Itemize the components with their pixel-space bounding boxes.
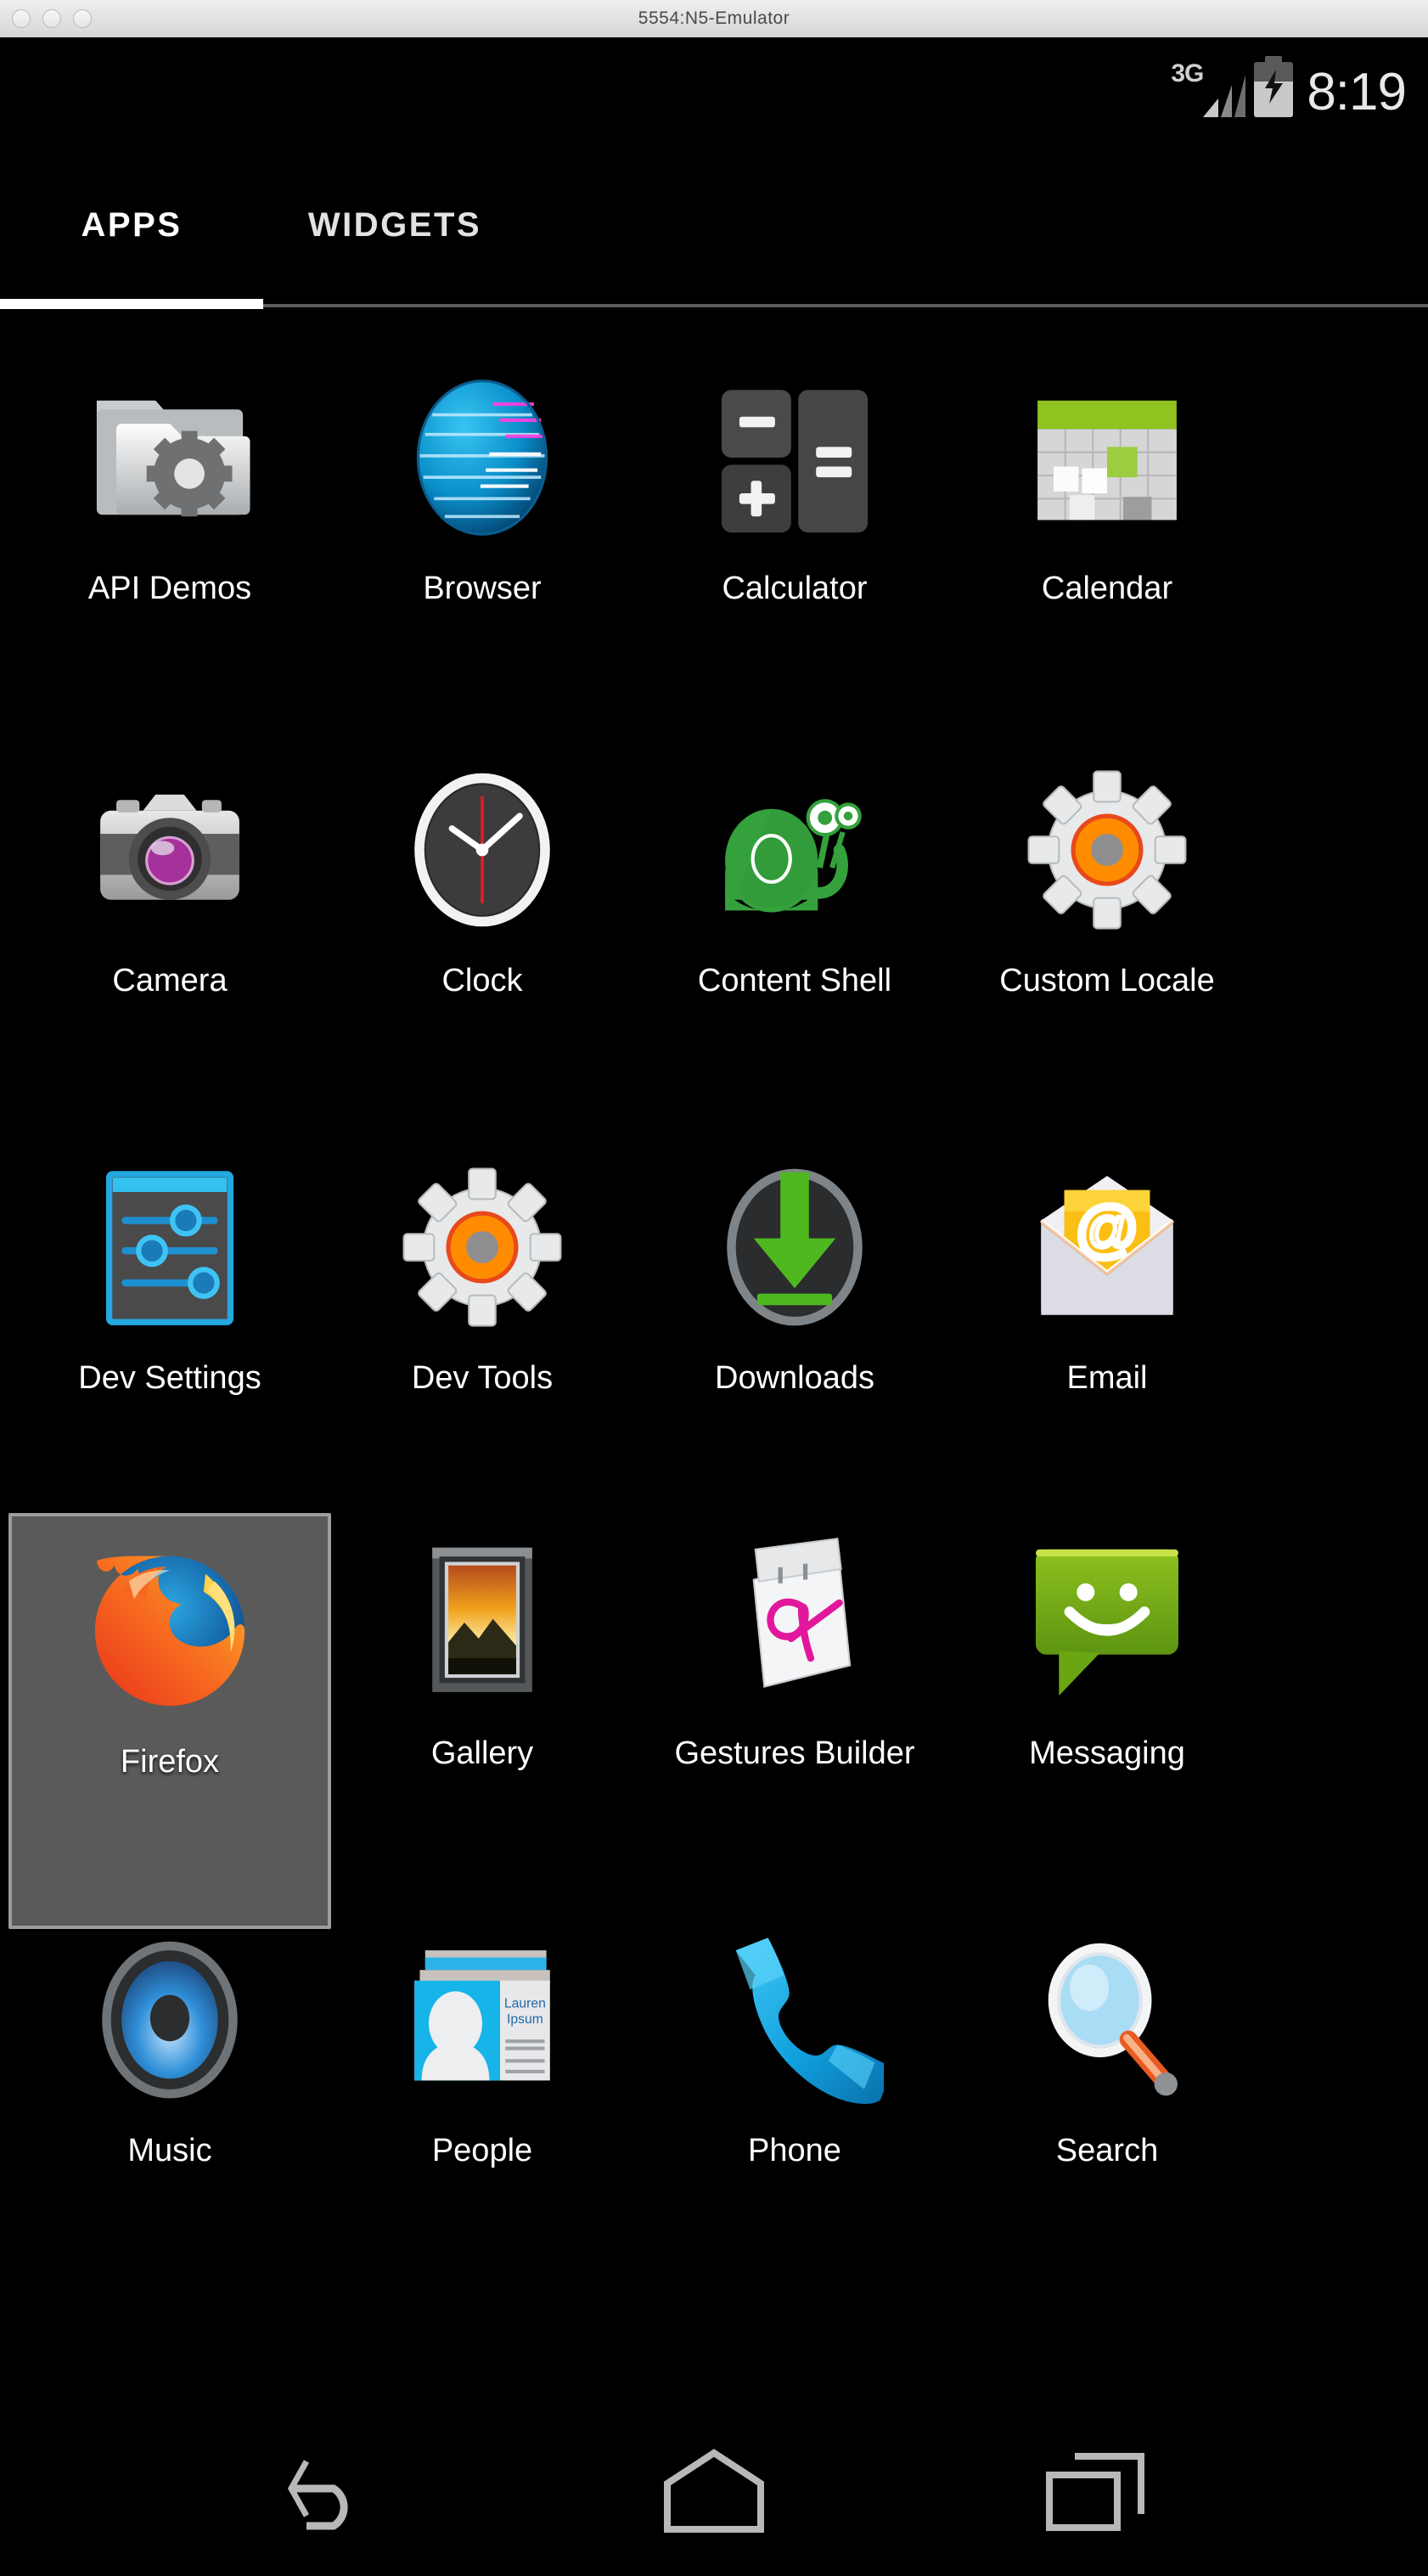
minimize-button[interactable] bbox=[42, 9, 61, 28]
app-item-gallery[interactable]: Gallery bbox=[321, 1513, 644, 1780]
network-type-label: 3G bbox=[1171, 59, 1204, 87]
app-label: Dev Tools bbox=[411, 1360, 554, 1396]
app-item-email[interactable]: @ Email bbox=[946, 1138, 1268, 1404]
app-label: Phone bbox=[748, 2133, 841, 2168]
back-button[interactable] bbox=[273, 2440, 391, 2542]
app-item-music[interactable]: Music bbox=[8, 1910, 331, 2177]
app-label: Search bbox=[1055, 2133, 1159, 2168]
globe-icon bbox=[393, 368, 571, 547]
recents-icon bbox=[1046, 2453, 1144, 2531]
app-item-messaging[interactable]: Messaging bbox=[946, 1513, 1268, 1780]
app-grid: API Demos Browser Calculator Calendar Ca… bbox=[0, 348, 1428, 2386]
status-clock: 8:19 bbox=[1307, 63, 1407, 121]
contact-card-icon: Lauren Ipsum bbox=[393, 1931, 571, 2109]
status-bar: 3G 8:19 bbox=[0, 37, 1428, 131]
magnifier-icon bbox=[1018, 1931, 1196, 2109]
tab-apps[interactable]: APPS bbox=[0, 153, 263, 297]
green-snail-icon bbox=[706, 761, 884, 939]
system-nav-bar bbox=[0, 2406, 1428, 2576]
app-item-calculator[interactable]: Calculator bbox=[633, 348, 956, 615]
app-item-dev-tools[interactable]: Dev Tools bbox=[321, 1138, 644, 1404]
window-title: 5554:N5-Emulator bbox=[638, 8, 790, 28]
window-controls[interactable] bbox=[12, 0, 92, 37]
back-arrow-icon bbox=[287, 2460, 348, 2530]
sliders-panel-icon bbox=[81, 1158, 259, 1336]
app-label: Content Shell bbox=[697, 963, 892, 998]
app-item-browser[interactable]: Browser bbox=[321, 348, 644, 615]
svg-text:Lauren: Lauren bbox=[504, 1996, 546, 2011]
gear-orange-icon bbox=[393, 1158, 571, 1336]
app-item-calendar[interactable]: Calendar bbox=[946, 348, 1268, 615]
app-item-people[interactable]: Lauren Ipsum People bbox=[321, 1910, 644, 2177]
recents-button[interactable] bbox=[1037, 2440, 1155, 2542]
app-label: Custom Locale bbox=[999, 963, 1215, 998]
app-label: Gallery bbox=[430, 1735, 534, 1771]
app-label: Dev Settings bbox=[78, 1360, 261, 1396]
app-item-clock[interactable]: Clock bbox=[321, 740, 644, 1007]
app-item-gestures-builder[interactable]: Gestures Builder bbox=[633, 1513, 956, 1780]
envelope-at-icon: @ bbox=[1018, 1158, 1196, 1336]
speaker-icon bbox=[81, 1931, 259, 2109]
framed-photo-icon bbox=[393, 1533, 571, 1712]
download-arrow-icon bbox=[706, 1158, 884, 1336]
app-label: Downloads bbox=[715, 1360, 874, 1396]
app-label: Calculator bbox=[722, 571, 868, 606]
app-label: Gestures Builder bbox=[674, 1735, 915, 1771]
app-item-downloads[interactable]: Downloads bbox=[633, 1138, 956, 1404]
app-label: Messaging bbox=[1029, 1735, 1185, 1771]
emulator-window: 5554:N5-Emulator 3G 8:19 APPS WIDGETS AP… bbox=[0, 0, 1428, 2576]
drawer-tab-bar: APPS WIDGETS bbox=[0, 153, 1428, 335]
firefox-icon bbox=[81, 1542, 259, 1720]
app-label: People bbox=[431, 2133, 533, 2168]
analog-clock-icon bbox=[393, 761, 571, 939]
calculator-keys-icon bbox=[706, 368, 884, 547]
app-label: API Demos bbox=[87, 571, 252, 606]
app-item-firefox[interactable]: Firefox bbox=[8, 1513, 331, 1929]
app-item-custom-locale[interactable]: Custom Locale bbox=[946, 740, 1268, 1007]
app-item-api-demos[interactable]: API Demos bbox=[8, 348, 331, 615]
window-title-bar: 5554:N5-Emulator bbox=[0, 0, 1428, 39]
app-item-phone[interactable]: Phone bbox=[633, 1910, 956, 2177]
charging-bolt-icon bbox=[1265, 70, 1284, 104]
app-item-dev-settings[interactable]: Dev Settings bbox=[8, 1138, 331, 1404]
app-item-search[interactable]: Search bbox=[946, 1910, 1268, 2177]
svg-text:Ipsum: Ipsum bbox=[507, 2012, 543, 2027]
camera-icon bbox=[81, 761, 259, 939]
home-button[interactable] bbox=[655, 2440, 773, 2542]
app-label: Email bbox=[1066, 1360, 1148, 1396]
calendar-grid-icon bbox=[1018, 368, 1196, 547]
home-icon bbox=[664, 2449, 764, 2533]
active-tab-indicator bbox=[0, 299, 263, 309]
app-label: Clock bbox=[441, 963, 523, 998]
app-item-camera[interactable]: Camera bbox=[8, 740, 331, 1007]
speech-bubble-smile-icon bbox=[1018, 1533, 1196, 1712]
tab-baseline bbox=[263, 304, 1428, 307]
zoom-button[interactable] bbox=[73, 9, 92, 28]
app-label: Browser bbox=[423, 571, 542, 606]
phone-handset-icon bbox=[706, 1931, 893, 2109]
battery-charging-icon bbox=[1254, 56, 1294, 117]
tab-widgets[interactable]: WIDGETS bbox=[263, 153, 526, 297]
signal-bars-icon: 3G bbox=[1171, 53, 1246, 121]
folder-gear-icon bbox=[81, 368, 259, 547]
app-label: Firefox bbox=[120, 1744, 220, 1780]
gear-orange-icon bbox=[1018, 761, 1196, 939]
close-button[interactable] bbox=[12, 9, 31, 28]
app-label: Music bbox=[127, 2133, 212, 2168]
app-item-content-shell[interactable]: Content Shell bbox=[633, 740, 956, 1007]
signal-bars-svg bbox=[1203, 75, 1246, 117]
app-label: Calendar bbox=[1041, 571, 1173, 606]
app-label: Camera bbox=[112, 963, 228, 998]
notepad-gesture-icon bbox=[706, 1533, 884, 1712]
